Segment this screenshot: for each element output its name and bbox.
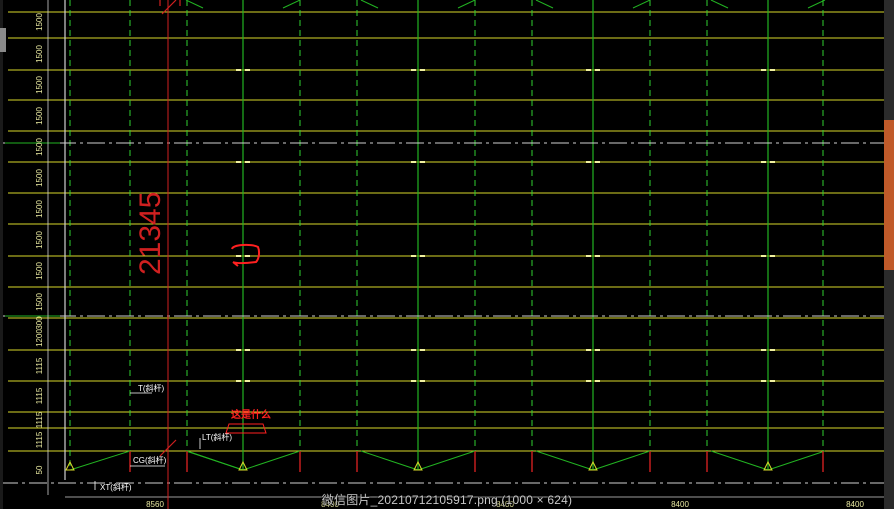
annotation-text: 这是什么 [231,408,271,421]
row-label: 1500 [35,262,44,280]
left-side-tab[interactable] [0,28,6,52]
right-side-panel [884,0,894,509]
row-label: 1500 [35,200,44,218]
right-panel-highlight [884,120,894,270]
bottom-brace [417,450,476,471]
row-label: 1115 [35,387,44,404]
top-brace [185,0,204,9]
cg-member-label: CG(斜杆) [133,455,167,465]
row-label: 1500 [35,76,44,94]
row-label: 1500 [35,293,44,311]
bottom-brace [186,450,244,471]
bottom-brace [242,450,301,471]
row-label: 1115 [35,431,44,448]
row-dimension-labels: 1500 1500 1500 1500 1500 1500 1500 1500 … [35,0,49,495]
member-labels: T(斜杆) CG(斜杆) LT(斜杆) XT(斜杆) [94,383,232,492]
row-label: 1500 [35,13,44,31]
bottom-brace [767,450,826,471]
row-label: 1115 [35,357,44,374]
bottom-brace [535,450,594,471]
image-caption: 微信图片_20210712105917.png (1000 × 624) [321,493,573,507]
vertical-dimension: 21345 [134,0,177,509]
row-label: 1500 [35,138,44,156]
vertical-grid-lines [64,0,824,480]
markup-annotation: 这是什么 [225,243,271,434]
t-member-label: T(斜杆) [138,383,165,393]
bottom-brace [360,450,419,471]
dimension-text: 21345 [134,192,167,275]
bottom-brace [710,450,769,471]
bottom-brace [592,450,651,471]
top-brace [807,0,826,9]
top-brace [360,0,379,9]
left-edge-panel [0,0,3,509]
row-label: 1500 [35,45,44,63]
row-label: 1500 [35,107,44,125]
top-brace [282,0,301,9]
row-label: 1500 [35,169,44,187]
row-label: 1500 [35,231,44,249]
bottom-brace [69,450,131,471]
bolt-marks [236,69,775,382]
row-label: 1115 [35,411,44,428]
top-brace [535,0,554,9]
cad-drawing-canvas[interactable]: 1500 1500 1500 1500 1500 1500 1500 1500 … [0,0,894,509]
top-brace [632,0,651,9]
row-label: 300 [35,316,44,330]
top-brace [710,0,729,9]
center-axis-lines [0,142,884,484]
image-viewer: 1500 1500 1500 1500 1500 1500 1500 1500 … [0,0,894,509]
row-label: 1200 [35,329,44,347]
row-label: 50 [35,465,44,474]
support-triangles [65,460,773,471]
red-post-markers [129,0,824,472]
top-brace [457,0,476,9]
